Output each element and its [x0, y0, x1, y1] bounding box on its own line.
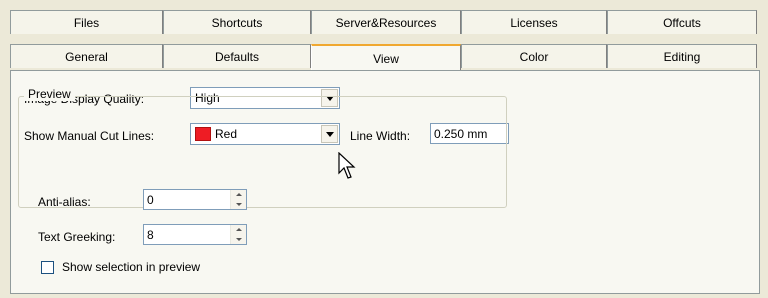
- tab-shortcuts[interactable]: Shortcuts: [163, 10, 311, 34]
- tab-color[interactable]: Color: [461, 44, 607, 68]
- show-selection-checkbox[interactable]: [41, 261, 54, 274]
- tab-row-front: General Defaults View Color Editing: [10, 44, 760, 71]
- tab-view[interactable]: View: [311, 44, 461, 71]
- tab-label: Licenses: [510, 15, 558, 30]
- mouse-pointer-icon: [338, 152, 356, 179]
- spin-buttons: [230, 190, 246, 209]
- anti-alias-spinner[interactable]: 0: [143, 189, 247, 210]
- tab-files[interactable]: Files: [10, 10, 163, 34]
- tab-offcuts[interactable]: Offcuts: [607, 10, 757, 34]
- tab-label: Shortcuts: [211, 15, 263, 30]
- anti-alias-value: 0: [147, 192, 154, 207]
- tab-label: Editing: [663, 49, 701, 64]
- spin-buttons: [230, 225, 246, 244]
- tab-row-back: Files Shortcuts Server&Resources License…: [10, 10, 760, 34]
- tab-label: Offcuts: [663, 15, 701, 30]
- arrow-up-icon: [235, 193, 242, 197]
- preview-groupbox: [18, 96, 507, 208]
- tab-label: Server&Resources: [335, 15, 437, 30]
- preview-group-title: Preview: [24, 87, 75, 101]
- tab-label: Files: [73, 15, 100, 30]
- anti-alias-label: Anti-alias:: [38, 195, 91, 209]
- tab-general[interactable]: General: [10, 44, 163, 68]
- tab-label: General: [65, 49, 108, 64]
- spin-down-button[interactable]: [231, 199, 246, 209]
- spin-down-button[interactable]: [231, 234, 246, 244]
- text-greeking-spinner[interactable]: 8: [143, 224, 247, 245]
- arrow-down-icon: [235, 202, 242, 206]
- tab-label: Color: [519, 49, 549, 64]
- tab-licenses[interactable]: Licenses: [461, 10, 607, 34]
- arrow-down-icon: [235, 237, 242, 241]
- tab-editing[interactable]: Editing: [607, 44, 757, 68]
- text-greeking-label: Text Greeking:: [38, 230, 116, 244]
- tab-defaults[interactable]: Defaults: [163, 44, 311, 68]
- show-selection-label[interactable]: Show selection in preview: [62, 260, 200, 274]
- tab-label: Defaults: [214, 49, 260, 64]
- tab-label: View: [373, 51, 399, 66]
- spin-up-button[interactable]: [231, 190, 246, 200]
- arrow-up-icon: [235, 228, 242, 232]
- text-greeking-value: 8: [147, 227, 154, 242]
- spin-up-button[interactable]: [231, 225, 246, 235]
- tab-server-resources[interactable]: Server&Resources: [311, 10, 461, 34]
